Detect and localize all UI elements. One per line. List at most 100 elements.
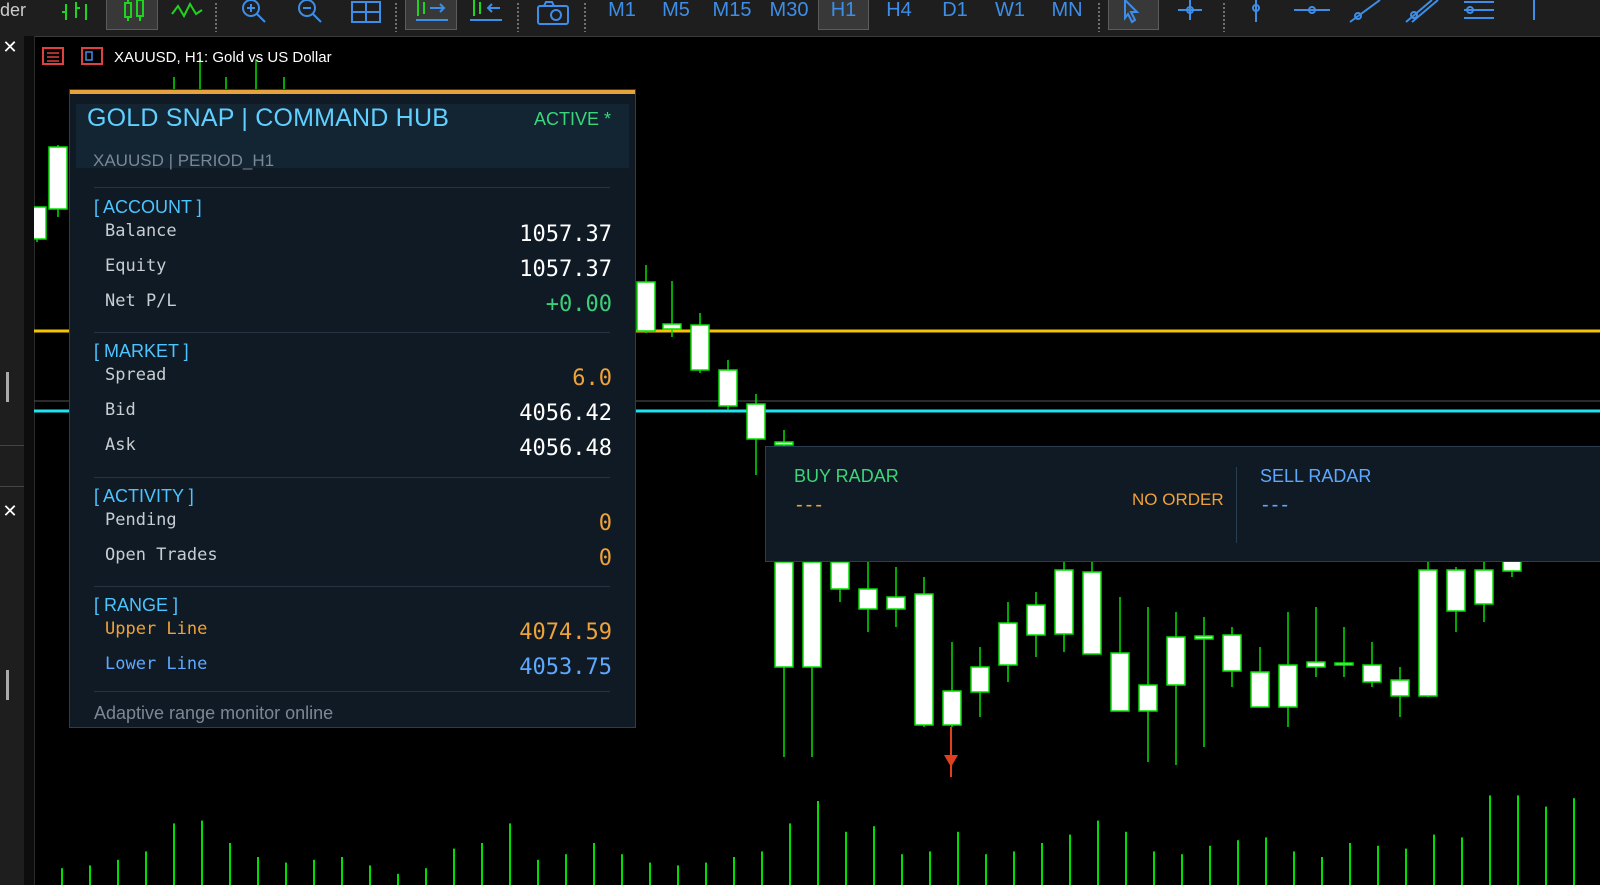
radar-panel: BUY RADAR --- NO ORDER SELL RADAR --- (765, 446, 1600, 562)
candle-body (1306, 661, 1326, 668)
zoom-in-button[interactable] (234, 0, 274, 30)
netpl-label: Net P/L (105, 291, 177, 311)
hub-accent-bar (70, 90, 635, 94)
timeframe-m30[interactable]: M30 (762, 0, 816, 30)
line-chart-icon (62, 2, 87, 20)
candle-body (746, 403, 766, 440)
vertical-line-icon (1252, 0, 1260, 22)
close-icon[interactable]: ✕ (0, 502, 20, 522)
timeframe-m5[interactable]: M5 (654, 0, 698, 30)
candle-body (1362, 664, 1382, 683)
divider (0, 445, 24, 446)
radar-divider (1236, 467, 1237, 543)
grid-icon (351, 1, 381, 23)
toolbar-separator (394, 2, 398, 32)
cursor-tool-button[interactable] (1108, 0, 1159, 30)
channel-icon (1405, 0, 1439, 23)
equity-label: Equity (105, 256, 167, 276)
candle-body (1082, 571, 1102, 655)
chart-title: XAUUSD, H1: Gold vs US Dollar (114, 49, 332, 66)
toolbar-separator (516, 2, 520, 32)
toolbar-partial-label: der (0, 0, 27, 20)
section-divider (94, 691, 610, 692)
candle-body (1334, 662, 1354, 666)
text-tool-button[interactable] (1516, 0, 1556, 30)
section-divider (94, 477, 610, 478)
candle-body (1418, 569, 1438, 697)
divider (0, 486, 24, 487)
autoscroll-icon (416, 0, 448, 21)
vertical-line-button[interactable] (1236, 0, 1276, 30)
section-divider (94, 332, 610, 333)
crosshair-tool-button[interactable] (1170, 0, 1210, 30)
open-trades-value: 0 (598, 546, 612, 571)
balance-value: 1057.37 (519, 222, 612, 247)
timeframe-mn[interactable]: MN (1042, 0, 1092, 30)
candle-body (48, 146, 68, 210)
candle-body (1166, 636, 1186, 686)
candle-body (1194, 635, 1214, 640)
section-range-header: [ RANGE ] (94, 595, 179, 615)
trendline-icon (1349, 0, 1381, 23)
buy-radar-value: --- (796, 494, 825, 516)
section-activity-header: [ ACTIVITY ] (94, 486, 194, 506)
candle-body (1250, 671, 1270, 708)
bid-label: Bid (105, 400, 136, 420)
candle-body (886, 596, 906, 610)
candle-body (1138, 684, 1158, 712)
candle-body (1026, 604, 1046, 636)
crosshair-icon (1178, 0, 1202, 20)
chart-window-icon[interactable] (81, 47, 103, 65)
spread-label: Spread (105, 365, 167, 385)
candle-body (636, 281, 656, 332)
fibonacci-button[interactable] (1460, 0, 1500, 30)
line-chart-button[interactable] (58, 0, 98, 30)
candle-body (858, 588, 878, 610)
channel-button[interactable] (1402, 0, 1442, 30)
bid-value: 4056.42 (519, 401, 612, 426)
candle-body (662, 323, 682, 330)
camera-icon (537, 1, 569, 25)
zoom-in-icon (242, 0, 266, 23)
hub-subtitle: XAUUSD | PERIOD_H1 (93, 151, 275, 170)
candle-body (1278, 664, 1298, 708)
ask-value: 4056.48 (519, 436, 612, 461)
close-icon[interactable]: ✕ (0, 38, 20, 58)
chart-menu-icon[interactable] (42, 47, 64, 65)
horizontal-line-button[interactable] (1292, 0, 1332, 30)
buy-order-status: NO ORDER (1132, 490, 1224, 509)
trade-marker-arrow (944, 755, 958, 767)
tile-windows-button[interactable] (346, 0, 386, 30)
candlestick-icon (124, 0, 144, 21)
chart-shift-icon (470, 0, 502, 21)
timeframe-m15[interactable]: M15 (706, 0, 758, 30)
zoom-out-button[interactable] (290, 0, 330, 30)
candle-body (942, 690, 962, 726)
fibonacci-icon (1464, 1, 1494, 19)
scrollbar-handle[interactable] (6, 670, 9, 700)
candle-body (1446, 569, 1466, 612)
pending-value: 0 (598, 511, 612, 536)
candlestick-button[interactable] (106, 0, 158, 30)
trendline-button[interactable] (1346, 0, 1386, 30)
chart-shift-button[interactable] (466, 0, 506, 30)
upper-line-value: 4074.59 (519, 620, 612, 645)
scrollbar-handle[interactable] (6, 372, 9, 402)
netpl-value: +0.00 (545, 292, 612, 317)
timeframe-m1[interactable]: M1 (600, 0, 644, 30)
text-tool-icon (1533, 0, 1535, 20)
timeframe-h4[interactable]: H4 (876, 0, 922, 30)
toolbar: der M1 M5 M15 M30 H1 H4 D1 W1 MN (0, 0, 1600, 37)
candle-body (1222, 634, 1242, 672)
toolbar-separator (1222, 2, 1226, 32)
autoscroll-button[interactable] (405, 0, 457, 30)
section-divider (94, 187, 610, 188)
timeframe-d1[interactable]: D1 (932, 0, 978, 30)
equity-value: 1057.37 (519, 257, 612, 282)
timeframe-w1[interactable]: W1 (986, 0, 1034, 30)
screenshot-button[interactable] (534, 0, 574, 30)
timeframe-h1[interactable]: H1 (818, 0, 869, 30)
zoom-out-icon (298, 0, 322, 23)
sell-radar-title: SELL RADAR (1260, 466, 1372, 486)
bar-chart-button[interactable] (168, 0, 208, 30)
